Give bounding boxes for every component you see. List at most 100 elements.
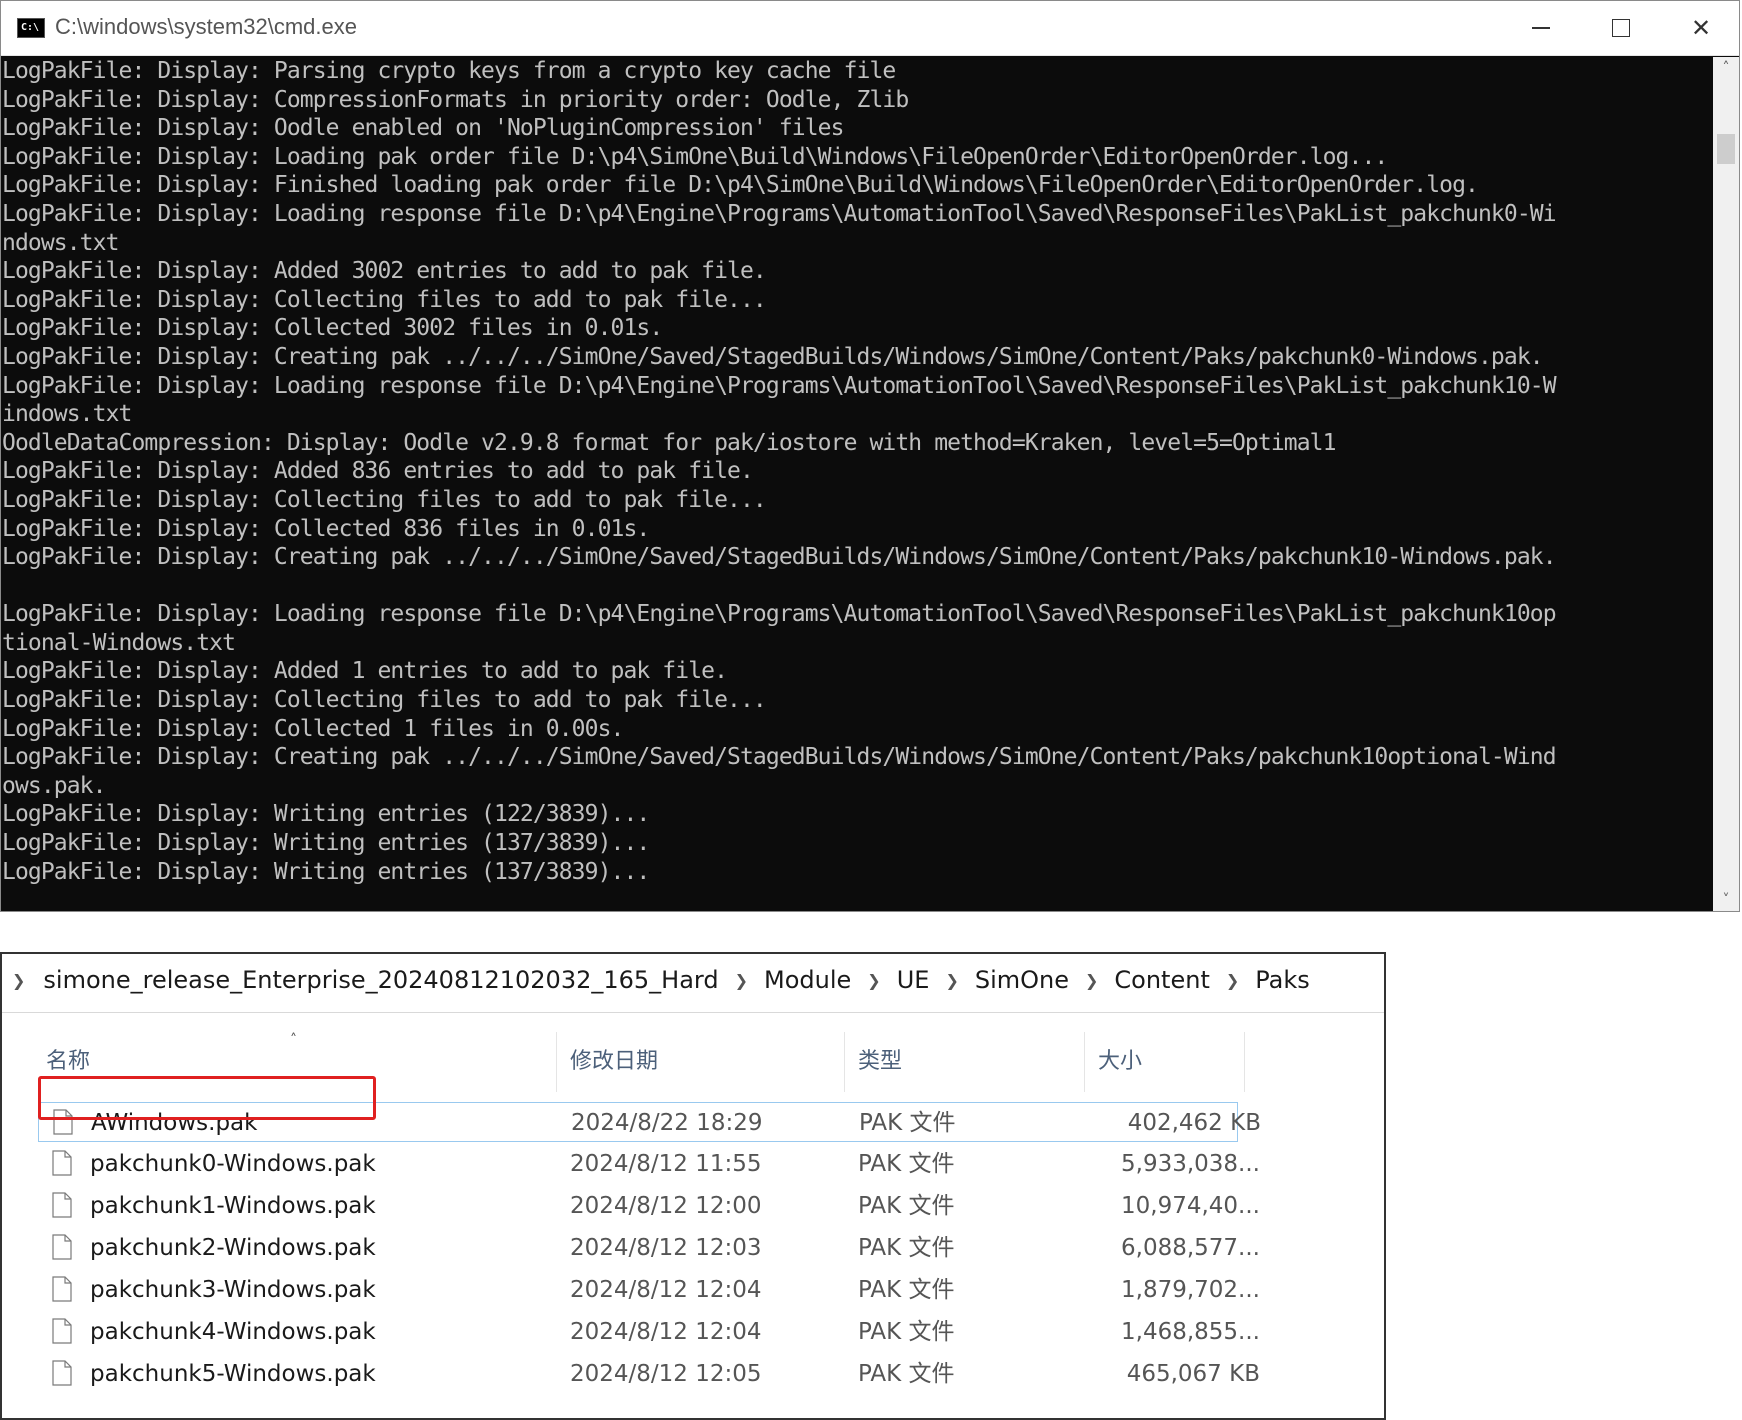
console-line: LogPakFile: Display: CompressionFormats … xyxy=(2,86,909,113)
console-line: OodleDataCompression: Display: Oodle v2.… xyxy=(2,429,1336,456)
console-output[interactable]: LogPakFile: Display: Parsing crypto keys… xyxy=(1,57,1713,907)
breadcrumb-item[interactable]: Module xyxy=(764,966,851,994)
console-line: LogPakFile: Display: Writing entries (13… xyxy=(2,830,650,857)
console-line: LogPakFile: Display: Added 3002 entries … xyxy=(2,258,767,285)
file-icon xyxy=(52,1192,72,1218)
close-icon: ✕ xyxy=(1690,14,1712,42)
chevron-right-icon[interactable]: ❯ xyxy=(1226,971,1239,990)
file-name: pakchunk4-Windows.pak xyxy=(90,1319,376,1345)
maximize-icon xyxy=(1612,19,1630,37)
console-line: LogPakFile: Display: Loading response fi… xyxy=(2,372,1557,399)
file-row[interactable]: pakchunk0-Windows.pak 2024/8/12 11:55 PA… xyxy=(38,1144,1260,1184)
file-type: PAK 文件 xyxy=(858,1319,955,1345)
column-divider[interactable] xyxy=(556,1032,557,1092)
chevron-right-icon[interactable]: ❯ xyxy=(12,971,25,990)
console-line: LogPakFile: Display: Loading pak order f… xyxy=(2,143,1388,170)
file-type: PAK 文件 xyxy=(858,1361,955,1387)
console-line: indows.txt xyxy=(2,401,132,428)
column-header-date[interactable]: 修改日期 xyxy=(570,1032,658,1092)
console-line: LogPakFile: Display: Loading response fi… xyxy=(2,200,1557,227)
file-size: 465,067 KB xyxy=(1126,1361,1260,1387)
console-line: LogPakFile: Display: Oodle enabled on 'N… xyxy=(2,115,844,142)
minimize-icon xyxy=(1532,27,1550,29)
breadcrumb-item[interactable]: simone_release_Enterprise_20240812102032… xyxy=(43,966,718,994)
file-date: 2024/8/12 12:03 xyxy=(570,1235,762,1261)
chevron-right-icon[interactable]: ❯ xyxy=(867,971,880,990)
chevron-right-icon[interactable]: ❯ xyxy=(945,971,958,990)
file-name: pakchunk5-Windows.pak xyxy=(90,1361,376,1387)
console-line: LogPakFile: Display: Collected 3002 file… xyxy=(2,315,663,342)
breadcrumb-item[interactable]: SimOne xyxy=(975,966,1069,994)
file-row[interactable]: pakchunk1-Windows.pak 2024/8/12 12:00 PA… xyxy=(38,1186,1260,1226)
chevron-right-icon[interactable]: ❯ xyxy=(1085,971,1098,990)
file-date: 2024/8/12 11:55 xyxy=(570,1151,762,1177)
vertical-scrollbar[interactable]: ˄ ˅ xyxy=(1713,57,1739,911)
window-title: C:\windows\system32\cmd.exe xyxy=(55,14,357,39)
console-line: LogPakFile: Display: Collecting files to… xyxy=(2,687,767,714)
file-date: 2024/8/12 12:00 xyxy=(570,1193,762,1219)
file-size: 1,879,702... xyxy=(1121,1277,1260,1303)
file-size: 402,462 KB xyxy=(1127,1110,1261,1136)
file-type: PAK 文件 xyxy=(858,1277,955,1303)
file-icon xyxy=(52,1318,72,1344)
file-name: pakchunk3-Windows.pak xyxy=(90,1277,376,1303)
file-name: pakchunk1-Windows.pak xyxy=(90,1193,376,1219)
file-name: pakchunk2-Windows.pak xyxy=(90,1235,376,1261)
console-line: LogPakFile: Display: Parsing crypto keys… xyxy=(2,58,896,84)
column-divider[interactable] xyxy=(1244,1032,1245,1092)
file-icon xyxy=(52,1234,72,1260)
file-row[interactable]: pakchunk5-Windows.pak 2024/8/12 12:05 PA… xyxy=(38,1354,1260,1394)
breadcrumb-item[interactable]: Content xyxy=(1114,966,1209,994)
breadcrumb-item[interactable]: Paks xyxy=(1255,966,1310,994)
file-icon xyxy=(52,1276,72,1302)
console-line: LogPakFile: Display: Collected 836 files… xyxy=(2,515,650,542)
console-line: LogPakFile: Display: Writing entries (13… xyxy=(2,858,650,885)
breadcrumb-item[interactable]: UE xyxy=(897,966,930,994)
console-line: LogPakFile: Display: Creating pak ../../… xyxy=(2,544,1557,571)
cmd-window: C:\ C:\windows\system32\cmd.exe ✕ LogPak… xyxy=(0,0,1740,912)
file-icon xyxy=(52,1360,72,1386)
column-header-type[interactable]: 类型 xyxy=(858,1032,902,1092)
file-row[interactable]: pakchunk3-Windows.pak 2024/8/12 12:04 PA… xyxy=(38,1270,1260,1310)
console-line: tional-Windows.txt xyxy=(2,629,236,656)
file-type: PAK 文件 xyxy=(858,1193,955,1219)
highlight-annotation xyxy=(38,1076,376,1120)
maximize-button[interactable] xyxy=(1581,1,1661,55)
file-date: 2024/8/12 12:04 xyxy=(570,1319,762,1345)
file-icon xyxy=(52,1150,72,1176)
scroll-thumb[interactable] xyxy=(1717,134,1735,164)
file-row[interactable]: pakchunk4-Windows.pak 2024/8/12 12:04 PA… xyxy=(38,1312,1260,1352)
chevron-right-icon[interactable]: ❯ xyxy=(735,971,748,990)
file-type: PAK 文件 xyxy=(858,1235,955,1261)
address-bar[interactable]: ❯ simone_release_Enterprise_202408121020… xyxy=(2,954,1384,1013)
console-line: LogPakFile: Display: Collecting files to… xyxy=(2,486,767,513)
console-line: ows.pak. xyxy=(2,772,106,799)
close-button[interactable]: ✕ xyxy=(1661,1,1741,55)
breadcrumb: ❯ simone_release_Enterprise_202408121020… xyxy=(10,966,1310,994)
file-size: 10,974,40... xyxy=(1121,1193,1260,1219)
column-header-size[interactable]: 大小 xyxy=(1098,1032,1142,1092)
file-name: pakchunk0-Windows.pak xyxy=(90,1151,376,1177)
file-date: 2024/8/12 12:04 xyxy=(570,1277,762,1303)
cmd-app-icon: C:\ xyxy=(17,18,45,38)
console-line: LogPakFile: Display: Added 836 entries t… xyxy=(2,458,754,485)
cmd-titlebar[interactable]: C:\ C:\windows\system32\cmd.exe ✕ xyxy=(1,1,1739,56)
file-size: 6,088,577... xyxy=(1121,1235,1260,1261)
console-line: LogPakFile: Display: Collecting files to… xyxy=(2,286,767,313)
file-explorer-window: ❯ simone_release_Enterprise_202408121020… xyxy=(0,952,1386,1420)
scroll-up-icon[interactable]: ˄ xyxy=(1713,57,1739,79)
file-type: PAK 文件 xyxy=(859,1110,956,1136)
column-divider[interactable] xyxy=(844,1032,845,1092)
console-line: LogPakFile: Display: Collected 1 files i… xyxy=(2,715,624,742)
console-line: LogPakFile: Display: Loading response fi… xyxy=(2,601,1557,628)
file-date: 2024/8/22 18:29 xyxy=(571,1110,763,1136)
console-line: LogPakFile: Display: Finished loading pa… xyxy=(2,172,1479,199)
scroll-down-icon[interactable]: ˅ xyxy=(1713,889,1739,911)
minimize-button[interactable] xyxy=(1501,1,1581,55)
column-divider[interactable] xyxy=(1084,1032,1085,1092)
console-line: LogPakFile: Display: Added 1 entries to … xyxy=(2,658,728,685)
console-line: LogPakFile: Display: Writing entries (12… xyxy=(2,801,650,828)
file-row[interactable]: pakchunk2-Windows.pak 2024/8/12 12:03 PA… xyxy=(38,1228,1260,1268)
file-type: PAK 文件 xyxy=(858,1151,955,1177)
